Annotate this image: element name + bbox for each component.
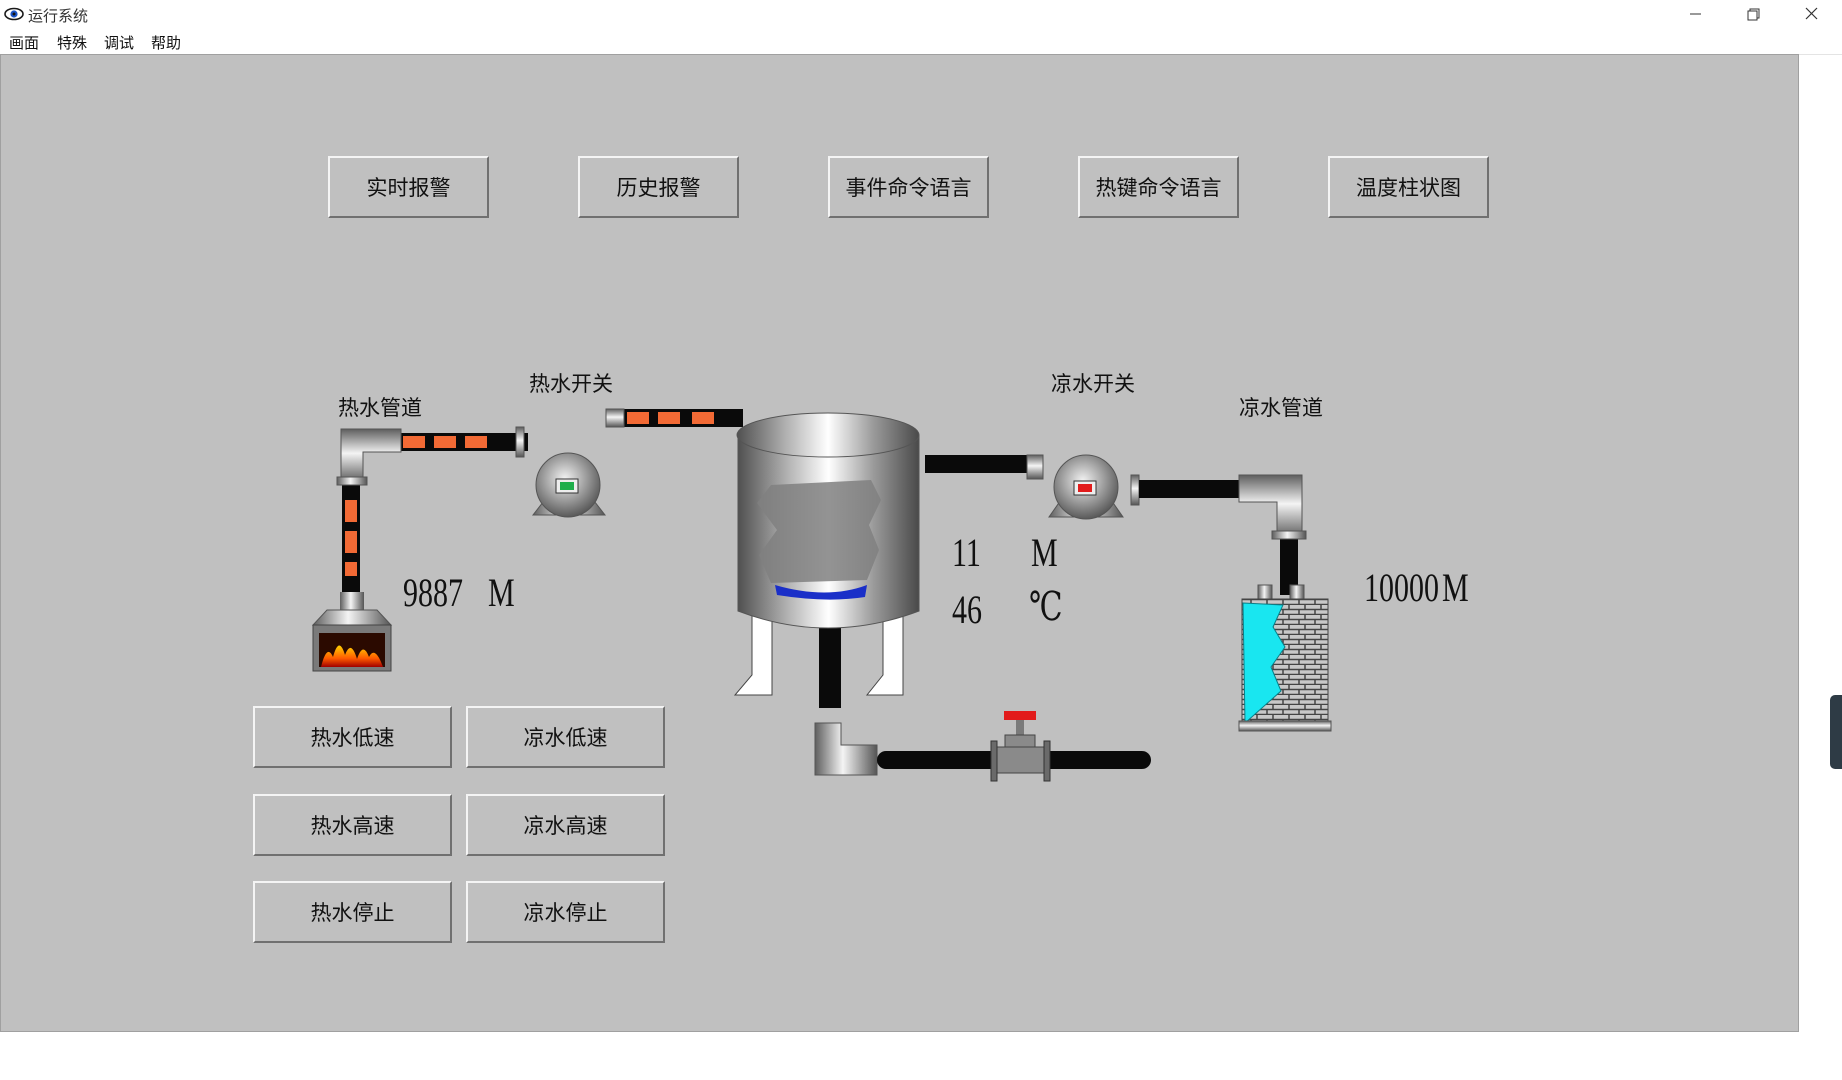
outlet-pipe [814,722,1151,776]
close-icon [1805,7,1818,20]
hot-switch-label: 热水开关 [529,372,613,396]
cold-stop-button[interactable]: 凉水停止 [466,881,665,943]
tank-level-value: 11 [952,530,981,575]
hmi-canvas: 实时报警 历史报警 事件命令语言 热键命令语言 温度柱状图 热水管道 热水开关 … [0,54,1799,1032]
tank-temperature-unit: ℃ [1029,584,1063,629]
cold-low-speed-button[interactable]: 凉水低速 [466,706,665,768]
cold-level-unit: M [1442,565,1469,610]
hot-level-unit: M [488,570,515,615]
close-button[interactable] [1782,0,1840,29]
restore-icon [1747,8,1760,21]
window-title: 运行系统 [28,7,89,25]
tank-icon [733,412,1033,708]
menu-bar: 画面 特殊 调试 帮助 [0,29,1842,55]
pump-icon [515,408,625,518]
restore-button[interactable] [1724,0,1782,29]
hot-switch-indicator [560,482,574,490]
cold-switch-indicator [1078,484,1092,492]
cold-high-speed-button[interactable]: 凉水高速 [466,794,665,856]
hot-low-speed-button[interactable]: 热水低速 [253,706,452,768]
menu-debug[interactable]: 调试 [102,32,136,53]
tower-icon [1238,584,1332,732]
hot-high-speed-button[interactable]: 热水高速 [253,794,452,856]
hot-stop-button[interactable]: 热水停止 [253,881,452,943]
minimize-icon [1690,13,1701,15]
menu-help[interactable]: 帮助 [149,32,183,53]
cold-switch-label: 凉水开关 [1051,372,1135,396]
cold-pipe-label: 凉水管道 [1239,396,1323,420]
tank-level-unit: M [1031,530,1058,575]
cold-level-value: 10000 [1364,565,1439,610]
valve-icon [990,711,1051,782]
side-panel-handle[interactable] [1830,695,1842,769]
furnace-icon [311,592,393,672]
menu-screen[interactable]: 画面 [7,32,41,53]
hot-level-value: 9887 [403,570,463,615]
elbow-icon [336,428,402,486]
hot-pipe-label: 热水管道 [338,396,422,420]
tank-temperature-value: 46 [952,587,982,632]
elbow-icon [1238,474,1307,540]
pump-icon [1026,454,1140,520]
eye-icon [4,7,24,21]
minimize-button[interactable] [1666,0,1724,29]
title-bar: 运行系统 [0,0,1842,29]
menu-special[interactable]: 特殊 [55,32,89,53]
